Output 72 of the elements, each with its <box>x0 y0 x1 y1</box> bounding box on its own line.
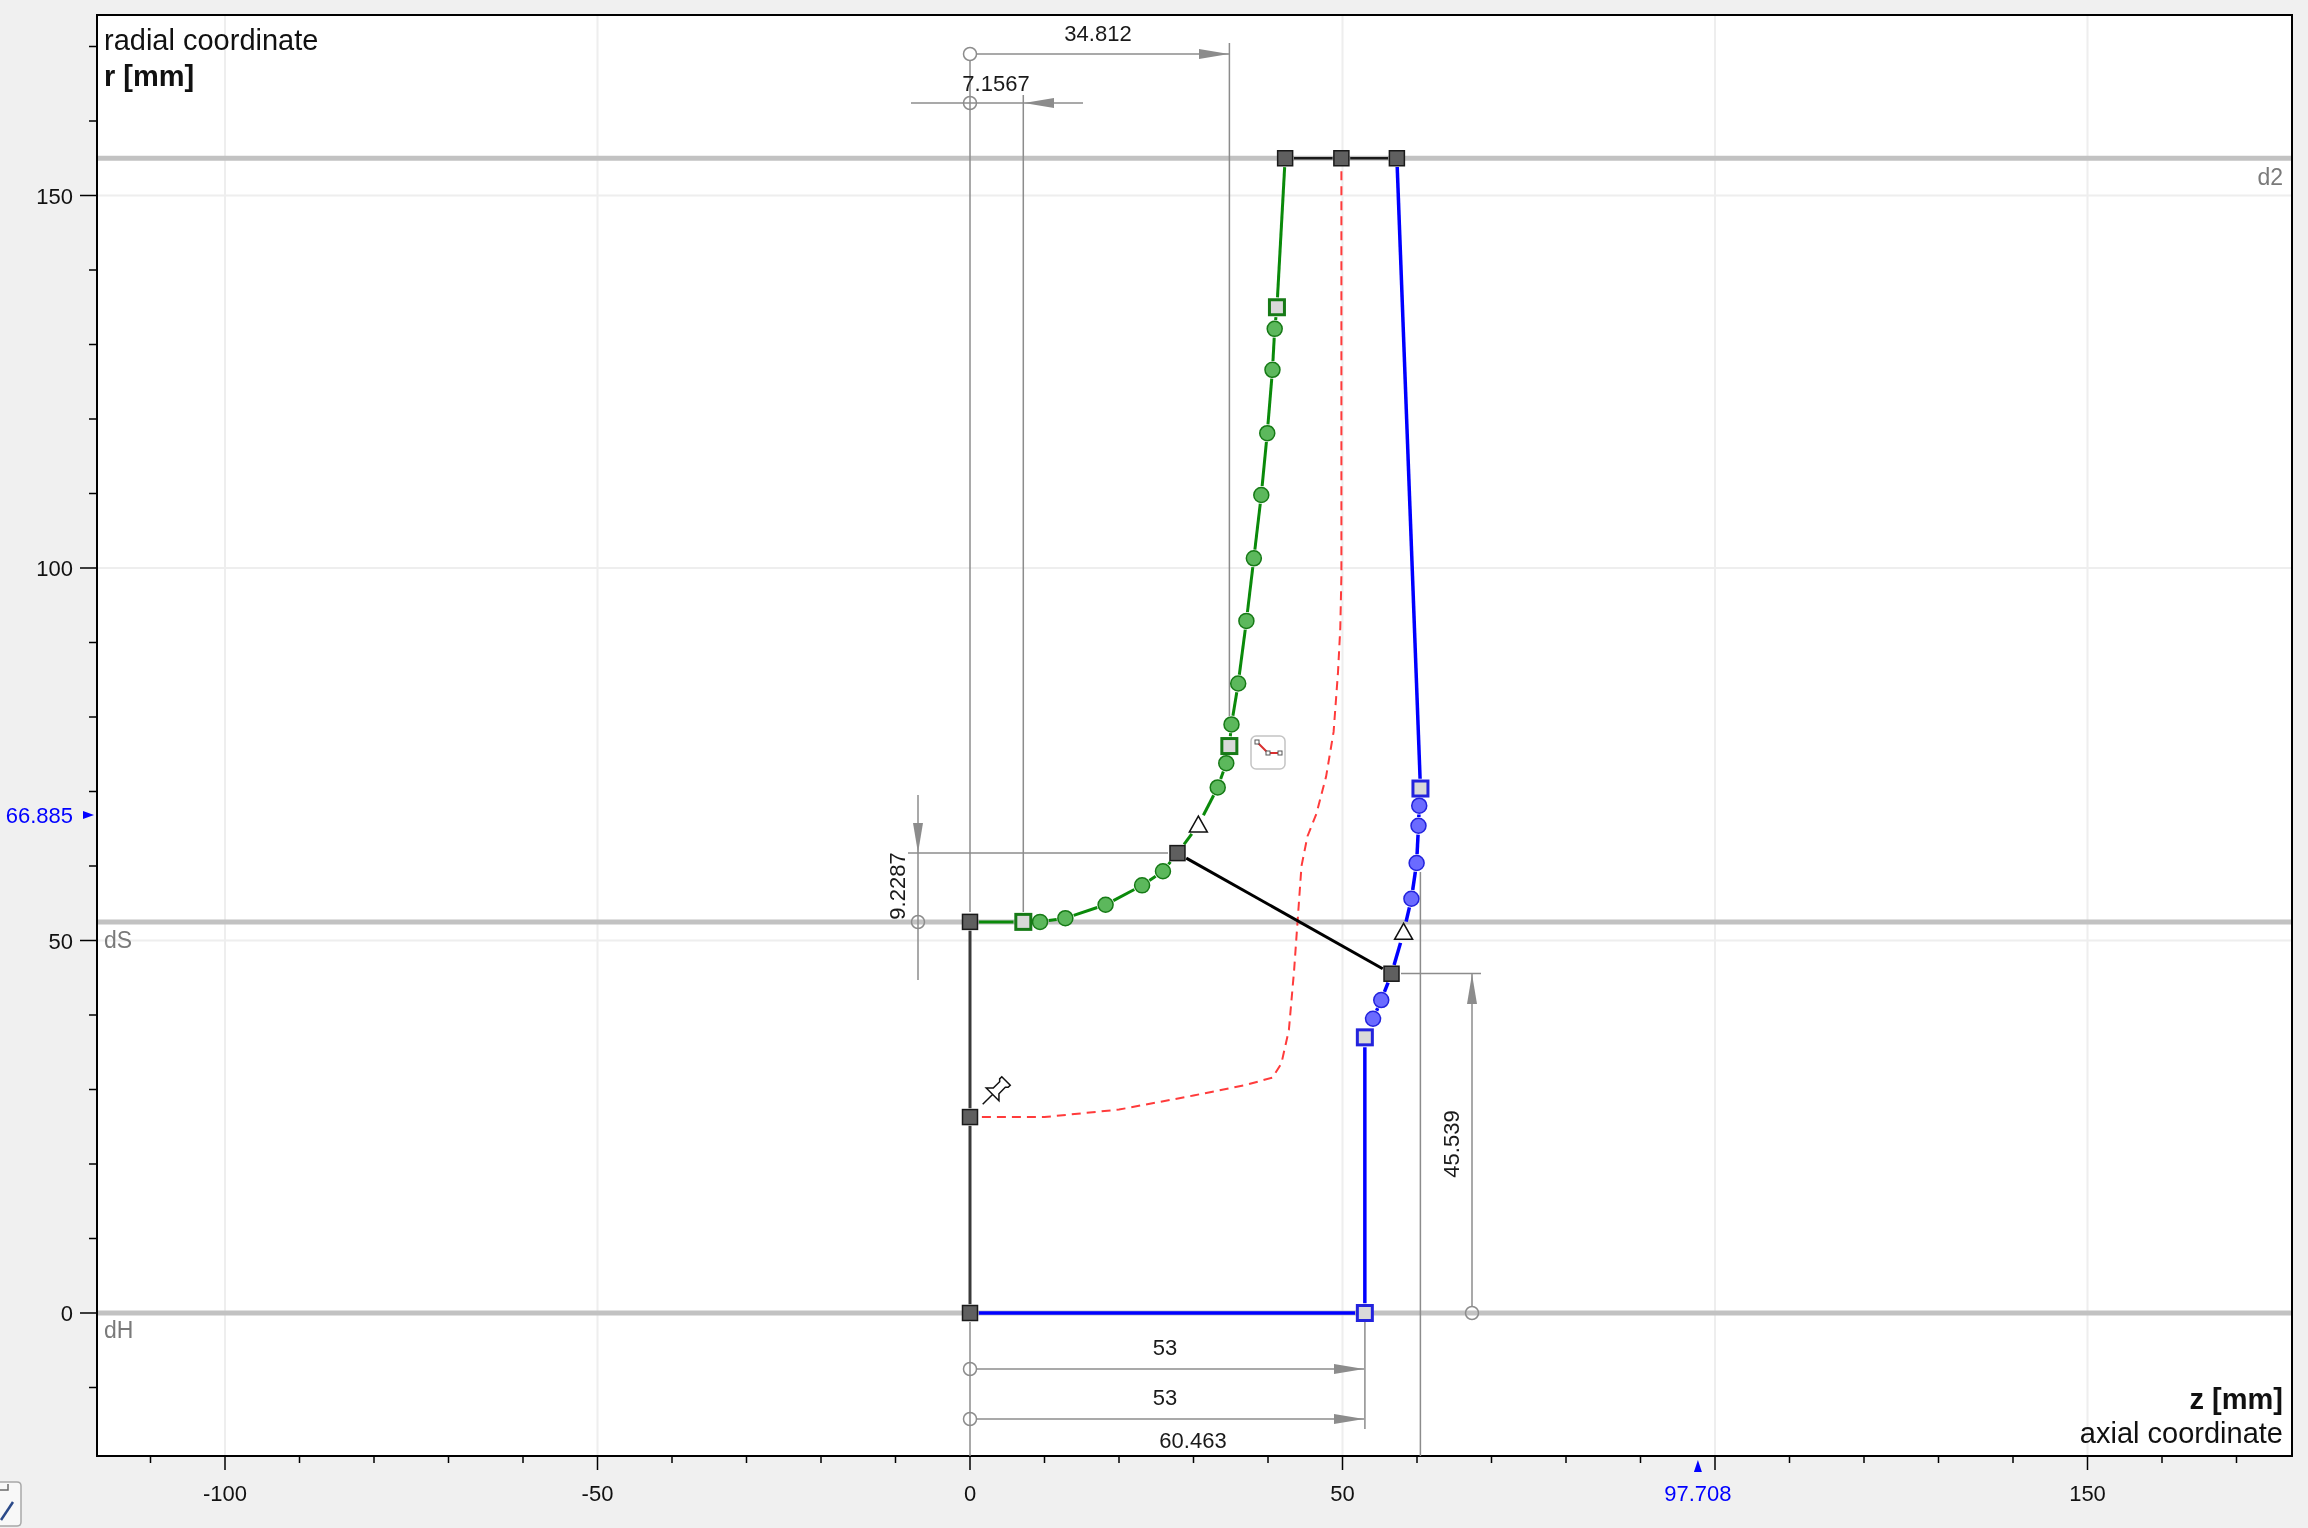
curve-icon[interactable] <box>1250 735 1286 770</box>
control-point[interactable] <box>1388 150 1406 167</box>
curve-point[interactable] <box>1259 424 1276 442</box>
control-point[interactable] <box>1355 1028 1374 1047</box>
contour-line[interactable] <box>1182 832 1193 846</box>
curve-point[interactable] <box>1264 361 1281 379</box>
curve-point[interactable] <box>1408 854 1425 872</box>
control-point[interactable] <box>961 1108 979 1126</box>
curve-point[interactable] <box>1229 675 1247 692</box>
control-point[interactable] <box>1276 150 1294 167</box>
dimension-label: 53 <box>1152 1384 1178 1410</box>
contour-line[interactable] <box>1404 906 1412 922</box>
triangle-marker[interactable] <box>1393 921 1414 941</box>
tick-label: 0 <box>60 1301 73 1326</box>
curve-point[interactable] <box>1245 550 1263 567</box>
curve-point[interactable] <box>1411 797 1428 814</box>
guide-label: dH <box>104 1317 134 1343</box>
pencil-icon[interactable] <box>0 1481 22 1527</box>
curve-point[interactable] <box>1133 877 1151 894</box>
marker-icon[interactable] <box>83 811 94 819</box>
curve-point[interactable] <box>1266 320 1283 338</box>
guide-label: d2 <box>2257 164 2283 190</box>
curve-point[interactable] <box>1364 1010 1382 1027</box>
dimension-label: 7.1567 <box>962 70 1030 96</box>
marker-icon[interactable] <box>1693 1460 1702 1472</box>
tick-label: -100 <box>203 1481 247 1506</box>
curve-point[interactable] <box>1223 716 1240 733</box>
contour-line[interactable] <box>1375 1007 1380 1012</box>
curve-point[interactable] <box>1209 779 1226 796</box>
curve-point[interactable] <box>1410 817 1427 834</box>
contour-line[interactable] <box>1410 871 1418 891</box>
control-point[interactable] <box>1411 779 1430 798</box>
curve-point[interactable] <box>1031 913 1049 931</box>
curve-point[interactable] <box>1373 991 1390 1009</box>
tick-label: 100 <box>36 556 73 581</box>
axis-title: axial coordinate <box>2079 1417 2283 1449</box>
control-point[interactable] <box>961 1304 979 1322</box>
control-point[interactable] <box>1169 844 1186 862</box>
triangle-marker[interactable] <box>1188 814 1209 833</box>
curve-point[interactable] <box>1218 754 1235 772</box>
dimension-label: 9.2287 <box>884 852 910 920</box>
curve-point[interactable] <box>1097 896 1114 913</box>
curve-point[interactable] <box>1253 486 1270 504</box>
axis-unit: r [mm] <box>104 60 195 92</box>
dimension-label: 53 <box>1152 1334 1178 1360</box>
contour-line[interactable] <box>1395 167 1422 779</box>
marker-value: 66.885 <box>5 802 73 828</box>
dimension-label: 60.463 <box>1159 1427 1227 1453</box>
axis-title: radial coordinate <box>104 24 319 56</box>
control-point[interactable] <box>1355 1304 1374 1322</box>
tick-label: 50 <box>48 928 73 954</box>
control-point[interactable] <box>961 913 979 931</box>
tick-label: 0 <box>963 1481 977 1506</box>
contour-line[interactable] <box>1382 981 1390 993</box>
axis-unit: z [mm] <box>2189 1383 2283 1415</box>
contour-line[interactable] <box>1415 834 1420 855</box>
tick-label: 50 <box>1330 1481 1355 1506</box>
curve-point[interactable] <box>1403 890 1420 908</box>
tick-label: 150 <box>36 183 73 209</box>
pin-icon[interactable] <box>981 1075 1012 1106</box>
marker-value: 97.708 <box>1664 1481 1732 1506</box>
tick-label: -50 <box>581 1481 614 1506</box>
dimension-label: 34.812 <box>1064 20 1132 46</box>
curve-point[interactable] <box>1057 909 1074 927</box>
edge-line[interactable] <box>1185 856 1384 971</box>
dimension-label: 45.539 <box>1438 1110 1464 1178</box>
contour-line[interactable] <box>1392 942 1403 966</box>
contour-line[interactable] <box>1167 860 1172 866</box>
tick-label: 150 <box>2069 1481 2106 1506</box>
guide-label: dS <box>104 927 133 953</box>
curve-point[interactable] <box>1154 862 1172 880</box>
curve-point[interactable] <box>1238 612 1255 630</box>
